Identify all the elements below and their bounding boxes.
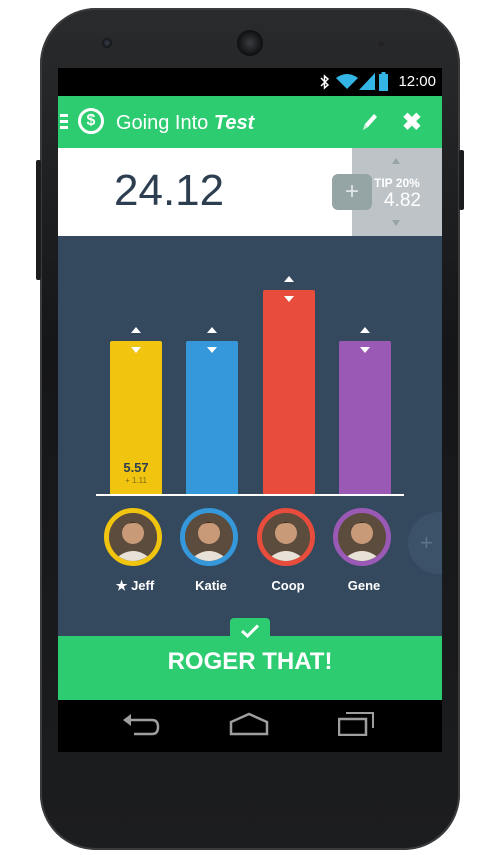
battery-icon bbox=[379, 72, 388, 91]
avatar-jeff[interactable] bbox=[104, 508, 162, 566]
tip-label: TIP 20% bbox=[374, 176, 420, 190]
split-chart: ★ Jeff Katie Coop Gene + 5.57 + 1.11 bbox=[58, 236, 442, 636]
avatar-coop[interactable] bbox=[257, 508, 315, 566]
decrease-share-arrow-icon[interactable] bbox=[284, 296, 294, 302]
tip-increase-arrow-icon[interactable] bbox=[392, 158, 400, 164]
system-nav-bar bbox=[58, 700, 442, 752]
decrease-share-arrow-icon[interactable] bbox=[360, 347, 370, 353]
payer-star-icon: ★ bbox=[115, 578, 128, 593]
add-tip-button[interactable]: + bbox=[332, 174, 372, 210]
decrease-share-arrow-icon[interactable] bbox=[131, 347, 141, 353]
bar-value-label: 5.57 bbox=[123, 460, 149, 475]
status-bar: 12:00 bbox=[58, 68, 442, 96]
avatar-gene[interactable] bbox=[333, 508, 391, 566]
page-title: Going Into Test bbox=[116, 112, 254, 135]
confirm-tab[interactable] bbox=[230, 618, 270, 644]
app-bar: $ Going Into Test ✖ bbox=[58, 96, 442, 148]
drawer-menu-icon[interactable] bbox=[60, 114, 68, 130]
recent-apps-icon[interactable] bbox=[338, 712, 374, 736]
amount-row: 24.12 + TIP 20% 4.82 bbox=[58, 148, 442, 236]
app-logo-icon: $ bbox=[78, 108, 104, 134]
close-icon[interactable]: ✖ bbox=[402, 108, 422, 137]
increase-share-arrow-icon[interactable] bbox=[131, 327, 141, 333]
title-prefix: Going Into bbox=[116, 112, 209, 134]
person-name-jeff: ★ Jeff bbox=[115, 578, 155, 593]
increase-share-arrow-icon[interactable] bbox=[360, 327, 370, 333]
check-icon bbox=[241, 624, 259, 638]
home-icon[interactable] bbox=[229, 712, 269, 736]
decrease-share-arrow-icon[interactable] bbox=[207, 347, 217, 353]
back-icon[interactable] bbox=[122, 712, 160, 736]
tip-value: 4.82 bbox=[384, 190, 421, 211]
power-button bbox=[36, 160, 41, 280]
signal-icon bbox=[359, 73, 375, 90]
tip-decrease-arrow-icon[interactable] bbox=[392, 220, 400, 226]
person-name-katie: Katie bbox=[195, 578, 227, 593]
increase-share-arrow-icon[interactable] bbox=[284, 276, 294, 282]
add-person-button[interactable]: + bbox=[408, 512, 442, 574]
front-camera bbox=[102, 38, 112, 48]
person-name-gene: Gene bbox=[347, 578, 381, 593]
bill-amount[interactable]: 24.12 bbox=[114, 166, 224, 216]
edit-pencil-icon[interactable] bbox=[360, 110, 380, 134]
bar-gene[interactable] bbox=[339, 341, 391, 494]
title-name: Test bbox=[213, 112, 255, 134]
bar-tip-label: + 1.11 bbox=[125, 476, 147, 485]
roger-that-button[interactable]: ROGER THAT! bbox=[58, 648, 442, 676]
screen: 12:00 $ Going Into Test ✖ 24.12 + TIP 20… bbox=[58, 68, 442, 752]
person-name-coop: Coop bbox=[271, 578, 305, 593]
bar-katie[interactable] bbox=[186, 341, 238, 494]
proximity-sensor bbox=[378, 41, 384, 47]
volume-button bbox=[459, 150, 464, 210]
bar-coop[interactable] bbox=[263, 290, 315, 494]
avatar-katie[interactable] bbox=[180, 508, 238, 566]
wifi-icon bbox=[336, 74, 358, 89]
person-photo bbox=[185, 513, 233, 561]
increase-share-arrow-icon[interactable] bbox=[207, 327, 217, 333]
person-photo bbox=[109, 513, 157, 561]
person-photo bbox=[262, 513, 310, 561]
earpiece bbox=[237, 30, 263, 56]
chart-baseline bbox=[96, 494, 404, 496]
person-photo bbox=[338, 513, 386, 561]
bluetooth-icon bbox=[320, 74, 329, 90]
status-time: 12:00 bbox=[398, 73, 436, 90]
